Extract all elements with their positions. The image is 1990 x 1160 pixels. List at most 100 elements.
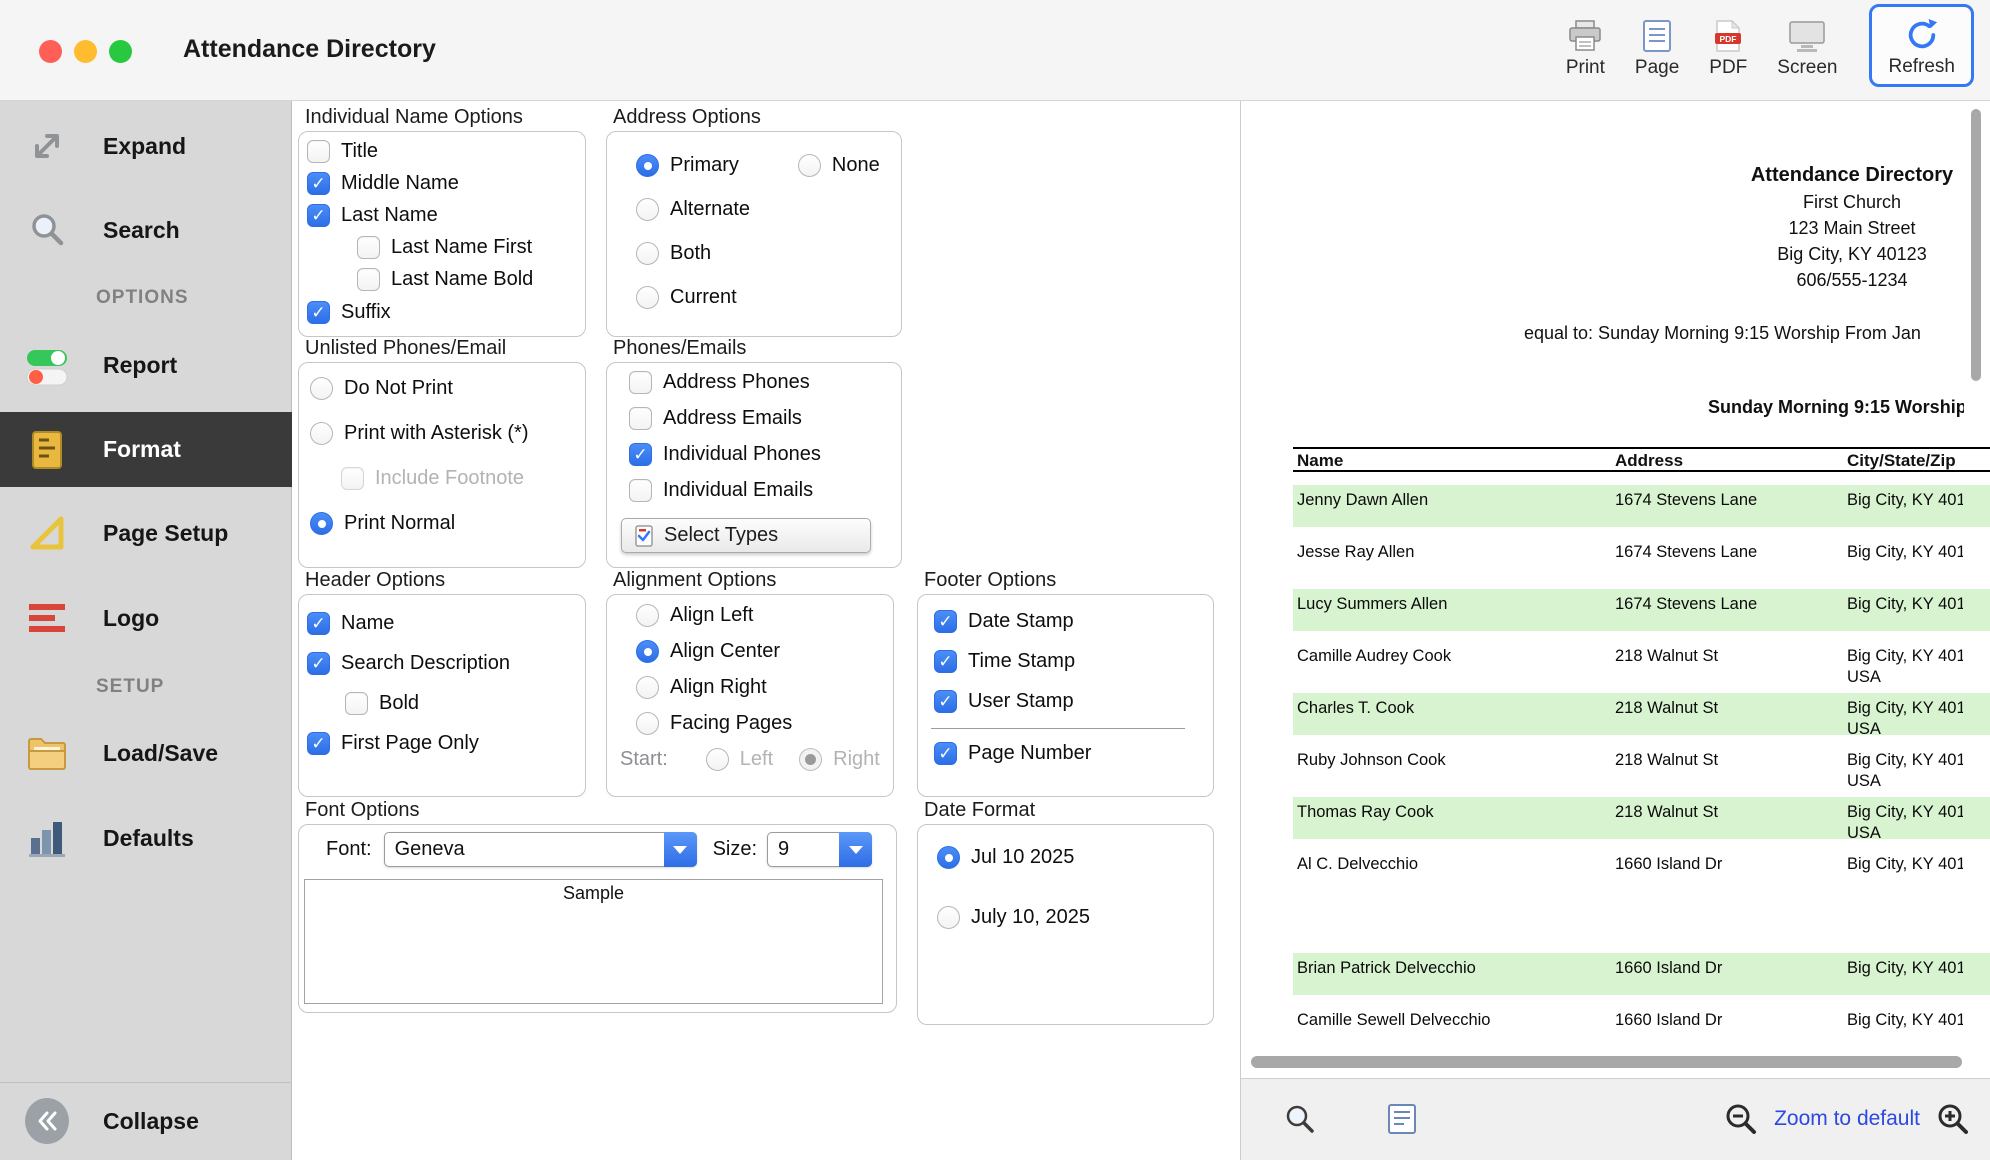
- preview-panel: Attendance Directory First Church 123 Ma…: [1240, 101, 1990, 1160]
- primary-radio[interactable]: [636, 154, 659, 177]
- maximize-button[interactable]: [109, 40, 132, 63]
- zoom-to-default-link[interactable]: Zoom to default: [1774, 1107, 1920, 1131]
- sidebar-item-load-save[interactable]: Load/Save: [0, 723, 292, 783]
- header-name-checkbox[interactable]: [307, 612, 330, 635]
- middle-name-checkbox[interactable]: [307, 172, 330, 195]
- row-name: Jesse Ray Allen: [1297, 543, 1414, 562]
- minimize-button[interactable]: [74, 40, 97, 63]
- option-page-number[interactable]: Page Number: [918, 733, 1213, 773]
- option-both[interactable]: Both: [607, 231, 901, 275]
- option-last-name-bold[interactable]: Last Name Bold: [299, 263, 585, 295]
- option-date-stamp[interactable]: Date Stamp: [918, 601, 1213, 641]
- header-bold-checkbox[interactable]: [345, 692, 368, 715]
- print-button[interactable]: Print: [1566, 4, 1605, 79]
- sidebar-item-expand[interactable]: Expand: [0, 116, 292, 176]
- user-stamp-checkbox[interactable]: [934, 690, 957, 713]
- pdf-button[interactable]: PDF PDF: [1709, 4, 1747, 79]
- option-date-short[interactable]: Jul 10 2025: [918, 837, 1213, 877]
- page-button[interactable]: Page: [1635, 4, 1679, 79]
- option-do-not-print[interactable]: Do Not Print: [299, 366, 585, 411]
- current-radio[interactable]: [636, 286, 659, 309]
- row-country: USA: [1847, 720, 1881, 739]
- bar-chart-icon: [25, 816, 69, 860]
- option-print-normal[interactable]: Print Normal: [299, 501, 585, 546]
- refresh-button[interactable]: Refresh: [1869, 4, 1974, 87]
- option-last-name-first[interactable]: Last Name First: [299, 231, 585, 263]
- vertical-scrollbar[interactable]: [1971, 109, 1981, 381]
- option-search-description[interactable]: Search Description: [299, 643, 585, 683]
- option-alternate[interactable]: Alternate: [607, 187, 901, 231]
- option-middle-name[interactable]: Middle Name: [299, 167, 585, 199]
- font-select[interactable]: Geneva: [384, 832, 697, 867]
- option-print-with-asterisk[interactable]: Print with Asterisk (*): [299, 411, 585, 456]
- last-name-first-checkbox[interactable]: [357, 236, 380, 259]
- sidebar-item-logo[interactable]: Logo: [0, 588, 292, 648]
- time-stamp-checkbox[interactable]: [934, 650, 957, 673]
- last-name-checkbox[interactable]: [307, 204, 330, 227]
- both-radio[interactable]: [636, 242, 659, 265]
- sidebar-item-page-setup[interactable]: Page Setup: [0, 503, 292, 563]
- suffix-checkbox[interactable]: [307, 301, 330, 324]
- sidebar-item-defaults[interactable]: Defaults: [0, 808, 292, 868]
- chevron-down-icon[interactable]: [839, 832, 872, 867]
- align-left-radio[interactable]: [636, 604, 659, 627]
- select-types-button[interactable]: Select Types: [621, 518, 871, 553]
- horizontal-scrollbar[interactable]: [1251, 1056, 1962, 1068]
- date-stamp-checkbox[interactable]: [934, 610, 957, 633]
- print-with-asterisk-radio[interactable]: [310, 422, 333, 445]
- start-left-radio[interactable]: [706, 748, 729, 771]
- first-page-only-checkbox[interactable]: [307, 732, 330, 755]
- sidebar-item-format[interactable]: Format: [0, 412, 292, 487]
- option-last-name[interactable]: Last Name: [299, 199, 585, 231]
- screen-button[interactable]: Screen: [1777, 4, 1837, 79]
- option-include-footnote[interactable]: Include Footnote: [299, 456, 585, 501]
- page-list-icon[interactable]: [1387, 1103, 1417, 1135]
- option-time-stamp[interactable]: Time Stamp: [918, 641, 1213, 681]
- option-facing-pages[interactable]: Facing Pages: [607, 705, 893, 741]
- option-date-long[interactable]: July 10, 2025: [918, 897, 1213, 937]
- address-phones-checkbox[interactable]: [629, 371, 652, 394]
- option-user-stamp[interactable]: User Stamp: [918, 681, 1213, 721]
- none-radio[interactable]: [798, 154, 821, 177]
- last-name-bold-checkbox[interactable]: [357, 268, 380, 291]
- option-align-right[interactable]: Align Right: [607, 669, 893, 705]
- option-primary-none[interactable]: Primary None: [607, 143, 901, 187]
- zoom-in-icon[interactable]: [1936, 1102, 1970, 1136]
- page-number-checkbox[interactable]: [934, 742, 957, 765]
- option-address-phones[interactable]: Address Phones: [607, 364, 901, 400]
- close-button[interactable]: [39, 40, 62, 63]
- option-align-center[interactable]: Align Center: [607, 633, 893, 669]
- option-title[interactable]: Title: [299, 135, 585, 167]
- option-header-bold[interactable]: Bold: [299, 683, 585, 723]
- facing-pages-radio[interactable]: [636, 712, 659, 735]
- title-checkbox[interactable]: [307, 140, 330, 163]
- size-select[interactable]: 9: [767, 832, 872, 867]
- magnifier-icon[interactable]: [1283, 1102, 1317, 1136]
- option-individual-phones[interactable]: Individual Phones: [607, 436, 901, 472]
- option-individual-emails[interactable]: Individual Emails: [607, 472, 901, 508]
- option-suffix[interactable]: Suffix: [299, 295, 585, 329]
- start-right-radio[interactable]: [799, 748, 822, 771]
- include-footnote-checkbox[interactable]: [341, 467, 364, 490]
- alternate-radio[interactable]: [636, 198, 659, 221]
- option-align-left[interactable]: Align Left: [607, 597, 893, 633]
- sidebar-item-collapse[interactable]: Collapse: [0, 1091, 292, 1151]
- zoom-out-icon[interactable]: [1724, 1102, 1758, 1136]
- individual-emails-checkbox[interactable]: [629, 479, 652, 502]
- option-header-name[interactable]: Name: [299, 603, 585, 643]
- date-long-radio[interactable]: [937, 906, 960, 929]
- option-address-emails[interactable]: Address Emails: [607, 400, 901, 436]
- date-short-radio[interactable]: [937, 846, 960, 869]
- search-description-checkbox[interactable]: [307, 652, 330, 675]
- option-first-page-only[interactable]: First Page Only: [299, 723, 585, 763]
- do-not-print-radio[interactable]: [310, 377, 333, 400]
- align-right-radio[interactable]: [636, 676, 659, 699]
- sidebar-item-search[interactable]: Search: [0, 200, 292, 260]
- sidebar-item-report[interactable]: Report: [0, 335, 292, 395]
- align-center-radio[interactable]: [636, 640, 659, 663]
- address-emails-checkbox[interactable]: [629, 407, 652, 430]
- chevron-down-icon[interactable]: [664, 832, 697, 867]
- print-normal-radio[interactable]: [310, 512, 333, 535]
- option-current[interactable]: Current: [607, 275, 901, 319]
- individual-phones-checkbox[interactable]: [629, 443, 652, 466]
